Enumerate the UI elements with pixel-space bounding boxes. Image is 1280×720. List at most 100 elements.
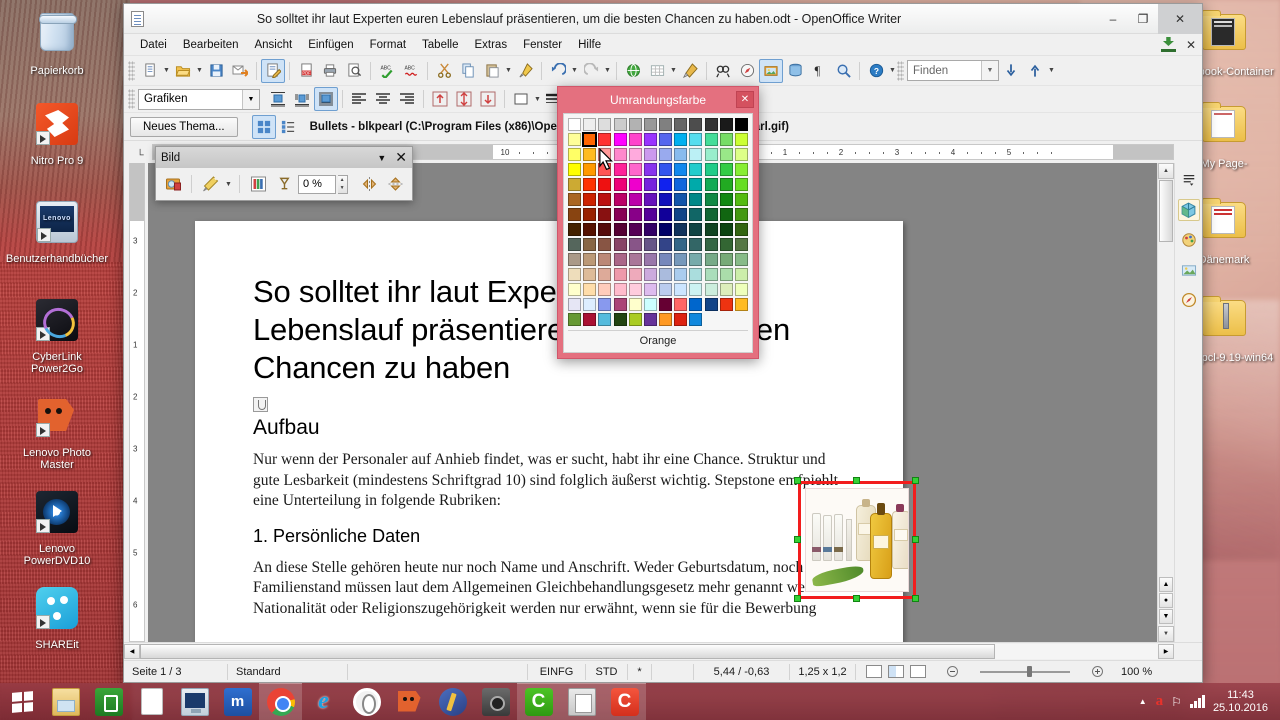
- resize-handle-se[interactable]: [912, 595, 919, 602]
- show-hidden-icons-button[interactable]: ▲: [1138, 683, 1148, 720]
- color-swatch[interactable]: [719, 283, 733, 296]
- color-swatch[interactable]: [568, 223, 581, 236]
- color-swatch[interactable]: [613, 208, 627, 221]
- color-swatch[interactable]: [719, 253, 733, 266]
- sidebar-gallery-icon[interactable]: [1178, 259, 1200, 281]
- hyperlink-button[interactable]: [621, 59, 645, 83]
- color-swatch[interactable]: [598, 283, 612, 296]
- color-swatch[interactable]: [674, 118, 688, 131]
- color-swatch[interactable]: [613, 178, 627, 191]
- sidebar-properties-icon[interactable]: [1177, 199, 1200, 221]
- color-swatch[interactable]: [704, 148, 718, 161]
- wrap-page-button[interactable]: [290, 87, 314, 111]
- color-swatch[interactable]: [704, 133, 718, 146]
- color-swatch[interactable]: [704, 283, 718, 296]
- minimize-button[interactable]: –: [1098, 4, 1128, 34]
- color-swatch[interactable]: [568, 208, 581, 221]
- color-swatch[interactable]: [628, 253, 642, 266]
- align-middle-button[interactable]: [452, 87, 476, 111]
- desktop-icon-lenovo-powerdvd10[interactable]: Lenovo PowerDVD10: [5, 488, 109, 567]
- save-document-button[interactable]: [204, 59, 228, 83]
- scroll-right-button[interactable]: ▶: [1158, 644, 1174, 659]
- vertical-ruler[interactable]: 3212345678: [124, 163, 148, 642]
- color-swatch[interactable]: [734, 253, 748, 266]
- color-swatch[interactable]: [583, 313, 597, 326]
- resize-handle-nw[interactable]: [794, 477, 801, 484]
- align-center-button[interactable]: [371, 87, 395, 111]
- paste-button[interactable]: [480, 59, 504, 83]
- color-swatch[interactable]: [674, 268, 688, 281]
- color-swatch[interactable]: [659, 238, 672, 251]
- desktop-icon-lenovo-photo-master[interactable]: Lenovo Photo Master: [5, 392, 109, 471]
- window-controls[interactable]: – ❐ ✕: [1098, 3, 1202, 34]
- zoom-button[interactable]: [831, 59, 855, 83]
- color-swatch[interactable]: [628, 148, 642, 161]
- color-swatch[interactable]: [643, 193, 657, 206]
- navigation-button[interactable]: ●: [1159, 593, 1173, 608]
- color-swatch[interactable]: [643, 178, 657, 191]
- color-swatch[interactable]: [704, 238, 718, 251]
- taskbar-store[interactable]: [87, 683, 130, 720]
- color-swatch[interactable]: [689, 133, 703, 146]
- view-layout-buttons[interactable]: [856, 664, 937, 680]
- color-swatch[interactable]: [643, 148, 657, 161]
- color-swatch[interactable]: [583, 253, 597, 266]
- graphics-mode-button[interactable]: [198, 172, 222, 196]
- taskbar-ie[interactable]: e: [302, 683, 345, 720]
- taskbar[interactable]: m e C C ▲ a ⚐ 11:43 25.10.2016: [0, 683, 1280, 720]
- color-swatch[interactable]: [568, 163, 581, 176]
- bild-toolbar-close-icon[interactable]: ✕: [395, 149, 407, 166]
- insert-image-button[interactable]: [759, 58, 783, 83]
- color-swatch[interactable]: [613, 238, 627, 251]
- palette-titlebar[interactable]: Umrandungsfarbe ✕: [558, 87, 758, 113]
- color-swatch[interactable]: [628, 193, 642, 206]
- clock[interactable]: 11:43 25.10.2016: [1213, 689, 1272, 715]
- desktop-icon-cyberlink-power2go[interactable]: CyberLink Power2Go: [5, 296, 109, 375]
- color-swatch[interactable]: [734, 193, 748, 206]
- sidebar-settings-icon[interactable]: [1178, 169, 1200, 191]
- taskbar-camera[interactable]: [474, 683, 517, 720]
- color-swatch[interactable]: [568, 238, 581, 251]
- scroll-down-button[interactable]: ▼: [1158, 626, 1174, 642]
- color-swatch[interactable]: [598, 238, 612, 251]
- color-swatch[interactable]: [643, 133, 657, 146]
- flip-horizontally-button[interactable]: [357, 172, 381, 196]
- color-swatch[interactable]: [598, 133, 612, 146]
- color-swatch[interactable]: [643, 283, 657, 296]
- color-swatch[interactable]: [674, 163, 688, 176]
- color-swatch[interactable]: [689, 253, 703, 266]
- color-swatch[interactable]: [659, 283, 672, 296]
- paragraph-style-combobox[interactable]: Grafiken ▼: [138, 88, 260, 110]
- standard-toolbar-overflow-icon[interactable]: ▼: [888, 59, 897, 83]
- color-swatch[interactable]: [659, 118, 672, 131]
- resize-handle-sw[interactable]: [794, 595, 801, 602]
- print-button[interactable]: [318, 59, 342, 83]
- menu-bar[interactable]: Datei Bearbeiten Ansicht Einfügen Format…: [124, 34, 1202, 56]
- color-swatch[interactable]: [674, 298, 688, 311]
- color-swatch[interactable]: [643, 298, 657, 311]
- start-button[interactable]: [0, 683, 44, 720]
- color-swatch[interactable]: [598, 298, 612, 311]
- sidebar-styles-icon[interactable]: [1178, 229, 1200, 251]
- color-swatch[interactable]: [583, 268, 597, 281]
- color-swatch[interactable]: [689, 118, 703, 131]
- menu-einfuegen[interactable]: Einfügen: [300, 37, 361, 53]
- color-swatch[interactable]: [628, 238, 642, 251]
- color-swatch[interactable]: [613, 163, 627, 176]
- color-swatch[interactable]: [568, 283, 581, 296]
- color-swatch[interactable]: [598, 118, 612, 131]
- color-swatch[interactable]: [674, 133, 688, 146]
- resize-handle-ne[interactable]: [912, 477, 919, 484]
- color-swatch[interactable]: [583, 283, 597, 296]
- color-swatch[interactable]: [628, 298, 642, 311]
- undo-dropdown-icon[interactable]: ▼: [570, 59, 579, 83]
- zoom-in-button[interactable]: [1084, 664, 1111, 680]
- color-swatch[interactable]: [598, 313, 612, 326]
- find-next-button[interactable]: [999, 59, 1023, 83]
- horizontal-scrollbar-row[interactable]: ◀ ▶: [124, 642, 1202, 660]
- taskbar-maxthon[interactable]: m: [216, 683, 259, 720]
- insert-table-button[interactable]: [645, 59, 669, 83]
- taskbar-camtasia-recorder[interactable]: C: [603, 683, 646, 720]
- color-swatch[interactable]: [659, 193, 672, 206]
- redo-button[interactable]: [579, 59, 603, 83]
